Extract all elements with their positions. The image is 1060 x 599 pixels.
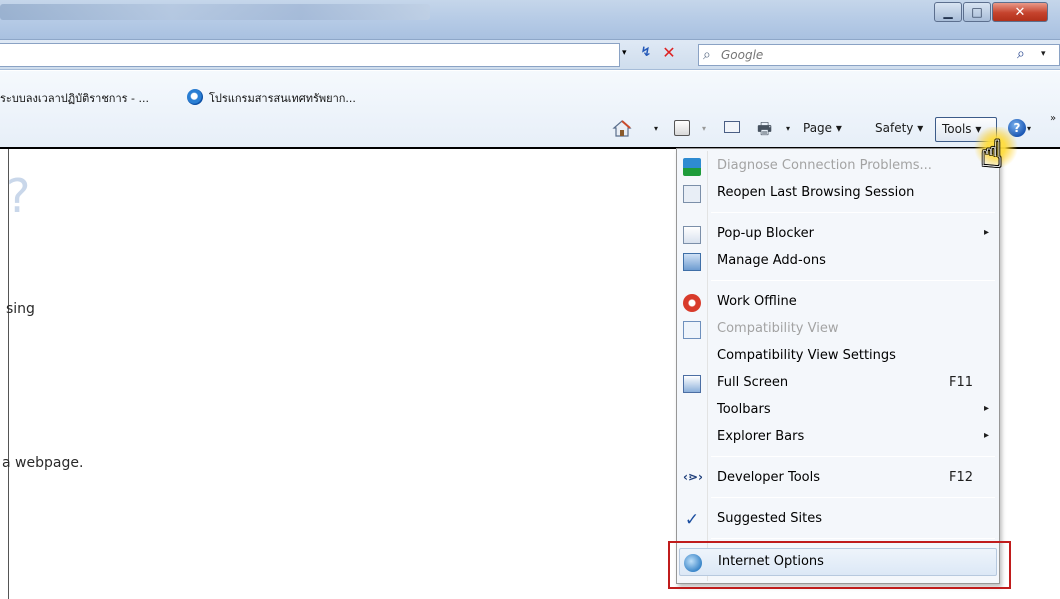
- page-menu-button[interactable]: Page ▾: [803, 121, 842, 135]
- print-icon[interactable]: 🖶: [757, 118, 772, 145]
- menu-item-reopen-last-browsing-session[interactable]: Reopen Last Browsing Session: [679, 180, 997, 207]
- submenu-arrow-icon: ▸: [984, 227, 990, 238]
- address-field[interactable]: [0, 43, 620, 67]
- favorite-link[interactable]: ระบบลงเวลาปฏิบัติราชการ - ...: [0, 89, 149, 107]
- menu-separator: [711, 497, 995, 498]
- menu-item-explorer-bars[interactable]: Explorer Bars ▸: [679, 424, 997, 451]
- search-box[interactable]: ⌕ ⌕ ▾: [698, 44, 1060, 66]
- feeds-icon[interactable]: [674, 120, 690, 136]
- menu-item-manage-add-ons[interactable]: Manage Add-ons: [679, 248, 997, 275]
- offline-icon: [683, 294, 701, 312]
- reopen-session-icon: [683, 185, 701, 203]
- mail-icon[interactable]: [724, 121, 740, 133]
- internet-options-highlight-box: [668, 541, 1011, 589]
- diagnose-icon: [683, 158, 701, 176]
- home-dropdown-icon[interactable]: ▾: [654, 124, 658, 133]
- fullscreen-icon: [683, 375, 701, 393]
- shortcut-label: F12: [949, 470, 974, 485]
- command-bar: ▾ ▾ 🖶 ▾ Page ▾ Safety ▾ Tools ▾ ? ▾ »: [0, 113, 1060, 145]
- compatibility-icon: [683, 321, 701, 339]
- ie-icon: [187, 89, 203, 105]
- favorite-link-label: โปรแกรมสารสนเทศทรัพยาก...: [209, 92, 356, 105]
- favorite-link[interactable]: โปรแกรมสารสนเทศทรัพยาก...: [187, 89, 356, 107]
- menu-separator: [711, 538, 995, 539]
- menu-item-toolbars[interactable]: Toolbars ▸: [679, 397, 997, 424]
- menu-separator: [711, 456, 995, 457]
- title-bar: ▁ □ ✕: [0, 0, 1060, 40]
- menu-item-suggested-sites[interactable]: ✓ Suggested Sites: [679, 506, 997, 533]
- address-dropdown-icon[interactable]: ▾: [622, 48, 627, 58]
- search-go-icon[interactable]: ⌕: [1017, 46, 1025, 62]
- maximize-button[interactable]: □: [963, 2, 991, 22]
- minimize-button[interactable]: ▁: [934, 2, 962, 22]
- menu-item-work-offline[interactable]: Work Offline: [679, 289, 997, 316]
- menu-item-label: Toolbars: [717, 402, 771, 417]
- menu-item-developer-tools[interactable]: ‹⋗› Developer Tools F12: [679, 465, 997, 492]
- search-options-dropdown-icon[interactable]: ▾: [1041, 49, 1046, 59]
- feeds-dropdown-icon[interactable]: ▾: [702, 124, 706, 133]
- menu-item-label: Work Offline: [717, 294, 797, 309]
- menu-item-label: Compatibility View: [717, 321, 839, 336]
- menu-separator: [711, 212, 995, 213]
- popup-blocker-icon: [683, 226, 701, 244]
- refresh-icon[interactable]: ↯: [636, 45, 656, 65]
- safety-menu-button[interactable]: Safety ▾: [875, 121, 923, 135]
- menu-item-label: Diagnose Connection Problems...: [717, 158, 932, 173]
- home-icon[interactable]: [612, 118, 632, 138]
- menu-item-diagnose-connection-problems[interactable]: Diagnose Connection Problems...: [679, 153, 997, 180]
- search-input[interactable]: [721, 46, 1011, 64]
- menu-item-label: Pop-up Blocker: [717, 226, 814, 241]
- menu-item-full-screen[interactable]: Full Screen F11: [679, 370, 997, 397]
- toolbar-overflow-chevron-icon[interactable]: »: [1050, 113, 1056, 124]
- page-text: a webpage.: [2, 455, 84, 471]
- search-icon: ⌕: [703, 47, 711, 63]
- menu-item-label: Reopen Last Browsing Session: [717, 185, 915, 200]
- close-button[interactable]: ✕: [992, 2, 1048, 22]
- stop-icon[interactable]: ✕: [659, 43, 679, 65]
- menu-item-popup-blocker[interactable]: Pop-up Blocker ▸: [679, 221, 997, 248]
- menu-item-label: Manage Add-ons: [717, 253, 826, 268]
- address-toolbar: ▾ ↯ ✕ ⌕ ⌕ ▾: [0, 40, 1060, 70]
- hand-cursor-icon: ☝: [980, 132, 1004, 176]
- shortcut-label: F11: [949, 375, 974, 390]
- submenu-arrow-icon: ▸: [984, 403, 990, 414]
- print-dropdown-icon[interactable]: ▾: [786, 124, 790, 133]
- developer-tools-icon: ‹⋗›: [683, 470, 703, 484]
- menu-item-compatibility-view-settings[interactable]: Compatibility View Settings: [679, 343, 997, 370]
- page-text: sing: [6, 301, 35, 317]
- menu-item-label: Full Screen: [717, 375, 789, 390]
- menu-separator: [711, 280, 995, 281]
- menu-item-label: Suggested Sites: [717, 511, 822, 526]
- check-icon: ✓: [684, 510, 700, 530]
- submenu-arrow-icon: ▸: [984, 430, 990, 441]
- menu-item-label: Explorer Bars: [717, 429, 805, 444]
- window-title: [0, 4, 430, 20]
- menu-item-label: Developer Tools: [717, 470, 821, 485]
- tools-dropdown-menu: Diagnose Connection Problems... Reopen L…: [676, 148, 1000, 584]
- help-dropdown-icon[interactable]: ▾: [1027, 124, 1031, 133]
- menu-item-compatibility-view[interactable]: Compatibility View: [679, 316, 997, 343]
- page-heading-fragment: ?: [6, 169, 31, 223]
- addons-icon: [683, 253, 701, 271]
- menu-item-label: Compatibility View Settings: [717, 348, 896, 363]
